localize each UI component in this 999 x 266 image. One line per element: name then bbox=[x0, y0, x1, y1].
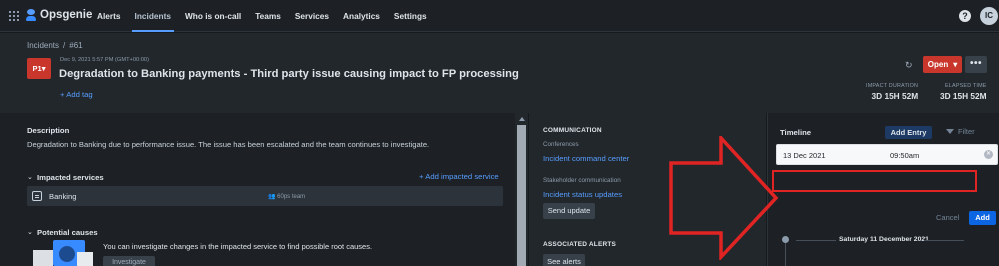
nav-menu: Alerts Incidents Who is on-call Teams Se… bbox=[90, 0, 434, 32]
status-label: Open bbox=[927, 60, 949, 69]
elapsed-time-value: 3D 15H 52M bbox=[940, 91, 987, 101]
potential-causes-heading[interactable]: Potential causes bbox=[37, 228, 98, 237]
nav-item-alerts[interactable]: Alerts bbox=[90, 0, 128, 32]
impact-duration-value: 3D 15H 52M bbox=[871, 91, 919, 101]
chevron-down-icon: ▾ bbox=[953, 60, 958, 69]
service-name: Banking bbox=[49, 192, 77, 201]
nav-item-who-is-on-call[interactable]: Who is on-call bbox=[178, 0, 248, 32]
breadcrumb-incident-id: #61 bbox=[69, 41, 83, 50]
scroll-up-icon[interactable] bbox=[519, 117, 525, 121]
avatar[interactable]: IC bbox=[980, 7, 998, 25]
divider bbox=[796, 240, 836, 241]
opsgenie-logo-icon bbox=[26, 9, 36, 21]
associated-alerts-heading: ASSOCIATED ALERTS bbox=[543, 241, 617, 248]
nav-item-teams[interactable]: Teams bbox=[248, 0, 288, 32]
nav-item-settings[interactable]: Settings bbox=[387, 0, 434, 32]
service-team: 👥 60ps team bbox=[268, 193, 305, 200]
service-team-name: 60ps team bbox=[277, 194, 306, 200]
incident-header: Incidents / #61 P1▾ Dec 9, 2021 5:57 PM (G… bbox=[0, 33, 999, 113]
priority-dropdown[interactable]: P1▾ bbox=[27, 58, 51, 79]
filter-button[interactable]: Filter bbox=[946, 127, 975, 136]
timeline-day-separator: Saturday 11 December 2021 bbox=[839, 236, 929, 243]
chevron-down-icon[interactable]: ⌄ bbox=[27, 173, 33, 181]
conferences-label: Conferences bbox=[543, 141, 579, 148]
breadcrumb-incidents-link[interactable]: Incidents bbox=[27, 41, 59, 50]
description-text: Degradation to Banking due to performanc… bbox=[27, 140, 430, 149]
chevron-down-icon[interactable]: ⌄ bbox=[27, 228, 33, 236]
team-icon: 👥 bbox=[268, 194, 278, 200]
elapsed-time-label: ELAPSED TIME bbox=[945, 83, 987, 89]
potential-causes-text: You can investigate changes in the impac… bbox=[103, 242, 373, 251]
impact-duration-label: IMPACT DURATION bbox=[866, 83, 919, 89]
brand-name: Opsgenie bbox=[40, 9, 93, 21]
breadcrumb: Incidents / #61 bbox=[27, 41, 83, 50]
add-tag-link[interactable]: + Add tag bbox=[60, 90, 93, 99]
see-alerts-button[interactable]: See alerts bbox=[543, 254, 585, 266]
impact-duration: IMPACT DURATION 3D 15H 52M bbox=[866, 83, 918, 101]
divider bbox=[924, 240, 964, 241]
incident-status-updates-link[interactable]: Incident status updates bbox=[543, 190, 622, 199]
description-heading: Description bbox=[27, 126, 70, 135]
add-entry-button[interactable]: Add Entry bbox=[885, 126, 932, 139]
clear-icon[interactable]: ✕ bbox=[984, 150, 993, 159]
impacted-service-row[interactable]: Banking 👥 60ps team bbox=[27, 186, 503, 206]
timeline-datetime-field[interactable]: 13 Dec 2021 09:50am ✕ bbox=[776, 144, 998, 165]
annotation-arrow bbox=[669, 136, 779, 260]
impacted-services-heading[interactable]: Impacted services bbox=[37, 173, 104, 182]
scrollbar-thumb[interactable] bbox=[517, 125, 526, 266]
refresh-icon[interactable]: ↻ bbox=[905, 60, 915, 70]
brand-logo[interactable]: Opsgenie bbox=[26, 9, 92, 21]
send-update-button[interactable]: Send update bbox=[543, 203, 595, 219]
priority-label: P1 bbox=[32, 64, 42, 73]
timeline-title: Timeline bbox=[780, 128, 812, 137]
elapsed-time: ELAPSED TIME 3D 15H 52M bbox=[940, 83, 987, 101]
page-title: Degradation to Banking payments - Third … bbox=[59, 68, 519, 80]
scrollbar[interactable] bbox=[515, 113, 528, 266]
investigation-illustration bbox=[33, 240, 93, 266]
nav-item-analytics[interactable]: Analytics bbox=[336, 0, 387, 32]
filter-icon bbox=[946, 129, 954, 134]
incident-datetime: Dec 9, 2021 5:57 PM (GMT+00:00) bbox=[60, 57, 149, 63]
investigate-button[interactable]: Investigate bbox=[103, 256, 155, 266]
communication-heading: COMMUNICATION bbox=[543, 127, 602, 134]
chevron-down-icon: ▾ bbox=[41, 64, 46, 73]
nav-item-incidents[interactable]: Incidents bbox=[128, 0, 178, 32]
top-navigation: Opsgenie Alerts Incidents Who is on-call… bbox=[0, 0, 999, 32]
status-dropdown[interactable]: Open ▾ bbox=[923, 56, 962, 73]
grid-icon[interactable] bbox=[9, 11, 19, 21]
help-icon[interactable]: ? bbox=[959, 10, 971, 22]
stakeholder-label: Stakeholder communication bbox=[543, 177, 621, 184]
service-icon bbox=[32, 191, 42, 201]
nav-item-services[interactable]: Services bbox=[288, 0, 336, 32]
timeline-line bbox=[785, 240, 786, 266]
add-impacted-service-link[interactable]: + Add impacted service bbox=[419, 172, 499, 181]
timeline-dot bbox=[782, 236, 789, 243]
time-input[interactable]: 09:50am bbox=[890, 151, 919, 160]
date-input[interactable]: 13 Dec 2021 bbox=[783, 151, 826, 160]
incident-command-center-link[interactable]: Incident command center bbox=[543, 154, 629, 163]
add-button[interactable]: Add bbox=[969, 211, 996, 225]
breadcrumb-separator: / bbox=[63, 41, 66, 50]
more-actions-button[interactable]: ••• bbox=[965, 56, 987, 73]
filter-label: Filter bbox=[958, 127, 975, 136]
annotation-highlight-box bbox=[772, 170, 977, 192]
cancel-button[interactable]: Cancel bbox=[936, 213, 959, 222]
